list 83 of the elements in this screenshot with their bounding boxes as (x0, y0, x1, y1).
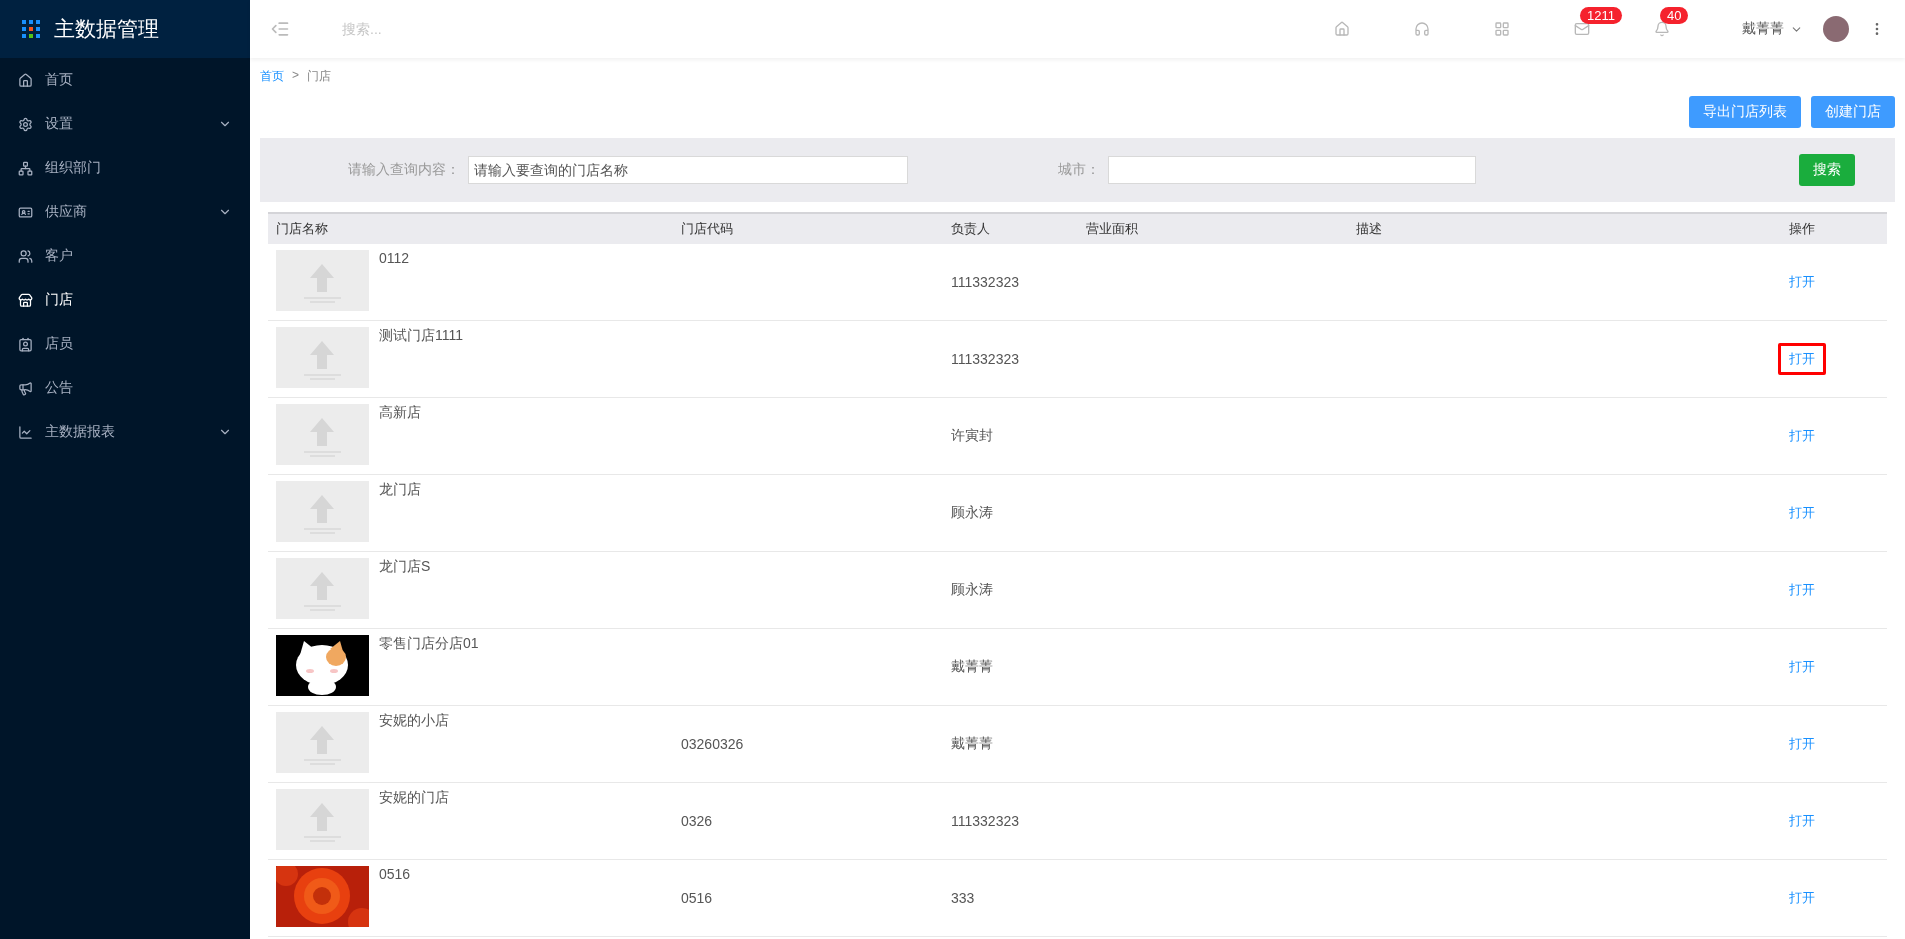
breadcrumb-link[interactable]: 首页 (260, 68, 284, 88)
store-name: 安妮的门店 (379, 789, 449, 807)
sidebar-item[interactable]: 客户 (0, 234, 250, 278)
search-button[interactable]: 搜索 (1799, 154, 1855, 186)
sidebar-item[interactable]: 门店 (0, 278, 250, 322)
breadcrumb-text: > (292, 68, 299, 84)
home-icon[interactable] (1334, 21, 1350, 37)
image-placeholder-icon (276, 789, 369, 850)
store-code: 0326 (681, 813, 713, 829)
image-placeholder-icon (276, 558, 369, 619)
store-name: 龙门店S (379, 558, 431, 576)
open-link[interactable]: 打开 (1777, 266, 1826, 298)
store-icon (18, 292, 33, 308)
query-label: 请输入查询内容： (348, 161, 460, 179)
city-label: 城市： (1058, 161, 1100, 179)
owner-name: 111332323 (951, 813, 1019, 829)
line-chart-icon (18, 424, 33, 440)
column-header: 操作 (1708, 212, 1887, 244)
owner-name: 许寅封 (951, 427, 993, 445)
app-title: 主数据管理 (54, 16, 159, 42)
column-header: 描述 (1348, 212, 1708, 244)
open-link[interactable]: 打开 (1777, 497, 1826, 529)
megaphone-icon (18, 380, 33, 396)
owner-name: 顾永涛 (951, 581, 993, 599)
headset-icon[interactable] (1414, 21, 1430, 37)
sidebar-item[interactable]: 主数据报表 (0, 410, 250, 454)
column-header: 负责人 (943, 212, 1078, 244)
store-name: 安妮的小店 (379, 712, 449, 730)
id-card-icon (18, 204, 33, 220)
owner-name: 戴菁菁 (951, 658, 993, 676)
store-code: 03260326 (681, 736, 744, 752)
sidebar-item[interactable]: 设置 (0, 102, 250, 146)
grid-logo-icon (22, 20, 40, 38)
store-code: 0516 (681, 890, 713, 906)
sidebar-item[interactable]: 首页 (0, 58, 250, 102)
sidebar-item[interactable]: 公告 (0, 366, 250, 410)
owner-name: 111332323 (951, 274, 1019, 290)
contact-card-icon (18, 336, 33, 352)
action-button[interactable]: 创建门店 (1811, 96, 1895, 128)
store-name: 0112 (379, 250, 410, 266)
image-placeholder-icon (276, 712, 369, 773)
count-badge: 1211 (1580, 7, 1622, 24)
image-placeholder-icon (276, 481, 369, 542)
open-link[interactable]: 打开 (1777, 882, 1826, 914)
home-icon (18, 72, 33, 88)
mail-icon[interactable] (1574, 21, 1590, 37)
store-name: 0516 (379, 866, 411, 882)
grid-icon[interactable] (1494, 21, 1510, 37)
store-name: 测试门店1111 (379, 327, 464, 345)
store-name: 零售门店分店01 (379, 635, 479, 653)
bell-icon[interactable] (1654, 21, 1670, 37)
count-badge: 40 (1660, 7, 1689, 24)
column-header: 营业面积 (1078, 212, 1348, 244)
sidebar-item[interactable]: 组织部门 (0, 146, 250, 190)
open-link[interactable]: 打开 (1777, 728, 1826, 760)
owner-name: 顾永涛 (951, 504, 993, 522)
open-link[interactable]: 打开 (1777, 574, 1826, 606)
sidebar-item[interactable]: 供应商 (0, 190, 250, 234)
open-link[interactable]: 打开 (1777, 343, 1826, 375)
settings-icon (18, 116, 33, 132)
action-button[interactable]: 导出门店列表 (1689, 96, 1801, 128)
image-placeholder-icon (276, 404, 369, 465)
menu-collapse-icon[interactable] (270, 19, 290, 39)
users-icon (18, 248, 33, 264)
owner-name: 戴菁菁 (951, 735, 993, 753)
breadcrumb-text: 门店 (307, 68, 331, 85)
image-placeholder-icon (276, 327, 369, 388)
user-avatar[interactable] (1823, 16, 1849, 42)
store-name: 高新店 (379, 404, 421, 422)
column-header: 门店代码 (673, 212, 943, 244)
city-field[interactable] (1108, 156, 1476, 184)
user-name[interactable]: 戴菁菁 (1742, 20, 1784, 38)
hierarchy-icon (18, 160, 33, 176)
sidebar-item[interactable]: 店员 (0, 322, 250, 366)
owner-name: 111332323 (951, 351, 1019, 367)
store-name: 龙门店 (379, 481, 421, 499)
image-placeholder-icon (276, 250, 369, 311)
owner-name: 333 (951, 890, 975, 906)
open-link[interactable]: 打开 (1777, 420, 1826, 452)
open-link[interactable]: 打开 (1777, 805, 1826, 837)
column-header: 门店名称 (268, 212, 673, 244)
query-field[interactable]: 请输入要查询的门店名称 (468, 156, 908, 184)
open-link[interactable]: 打开 (1777, 651, 1826, 683)
